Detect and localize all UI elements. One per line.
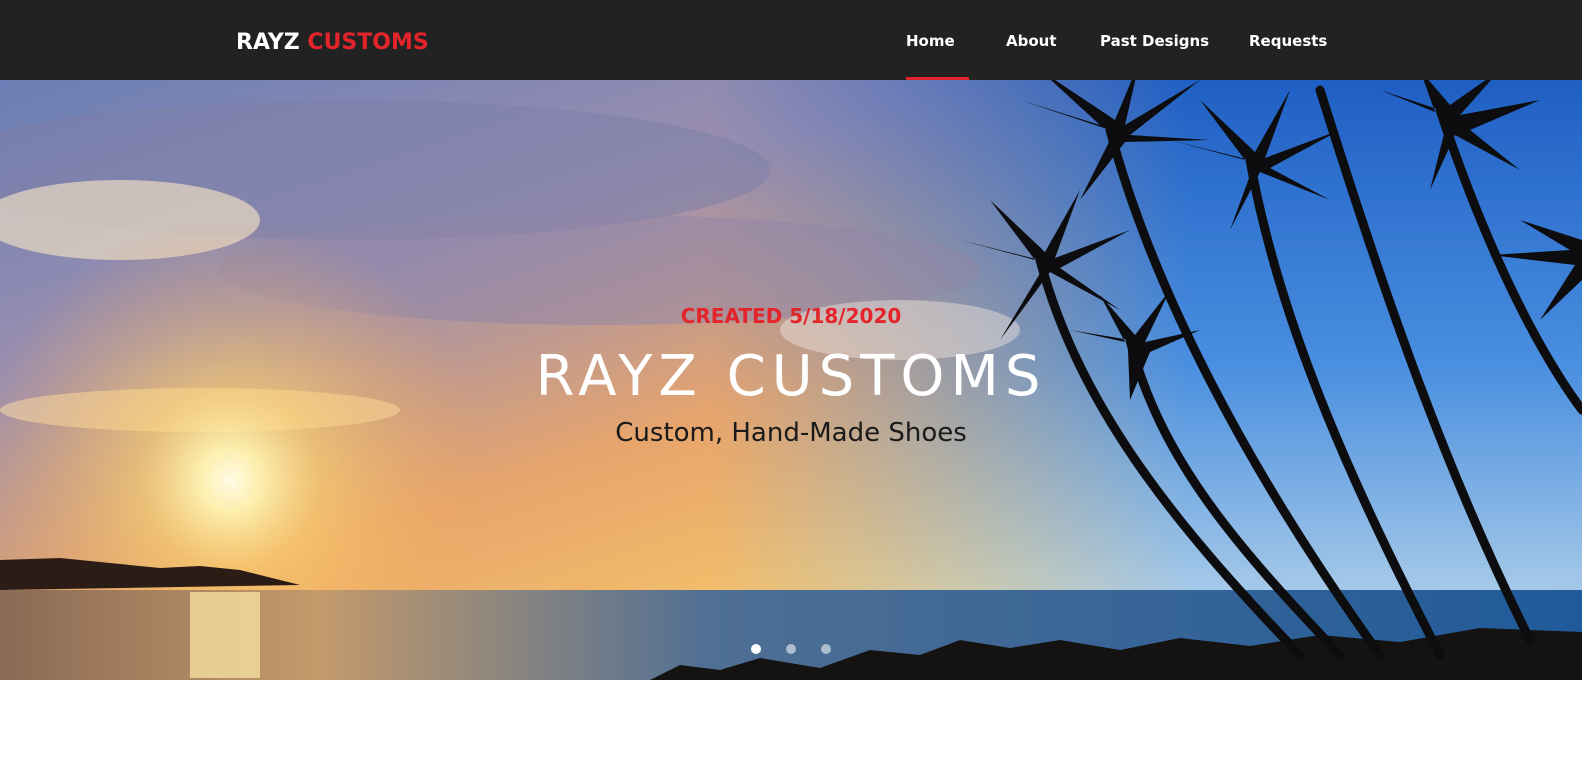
hero-carousel: CREATED 5/18/2020 RAYZ CUSTOMS Custom, H… bbox=[0, 80, 1582, 680]
carousel-indicators bbox=[0, 639, 1582, 658]
carousel-dot-3[interactable] bbox=[821, 644, 832, 654]
hero-eyebrow: CREATED 5/18/2020 bbox=[680, 304, 902, 328]
brand-logo-accent: CUSTOMS bbox=[307, 30, 429, 55]
brand-logo-primary: RAYZ bbox=[236, 30, 300, 55]
brand-logo[interactable]: RAYZ CUSTOMS bbox=[236, 28, 429, 58]
hero-title: RAYZ CUSTOMS bbox=[535, 344, 1047, 409]
carousel-dot-2[interactable] bbox=[786, 644, 796, 654]
hero-subtitle: Custom, Hand-Made Shoes bbox=[615, 418, 967, 448]
nav-past-designs[interactable]: Past Designs bbox=[1100, 31, 1209, 51]
nav-requests[interactable]: Requests bbox=[1249, 31, 1327, 51]
nav-about[interactable]: About bbox=[1006, 31, 1057, 51]
nav-home[interactable]: Home bbox=[906, 31, 955, 51]
carousel-dot-1[interactable] bbox=[750, 644, 761, 654]
navbar: RAYZ CUSTOMS Home About Past Designs Req… bbox=[0, 0, 1582, 80]
